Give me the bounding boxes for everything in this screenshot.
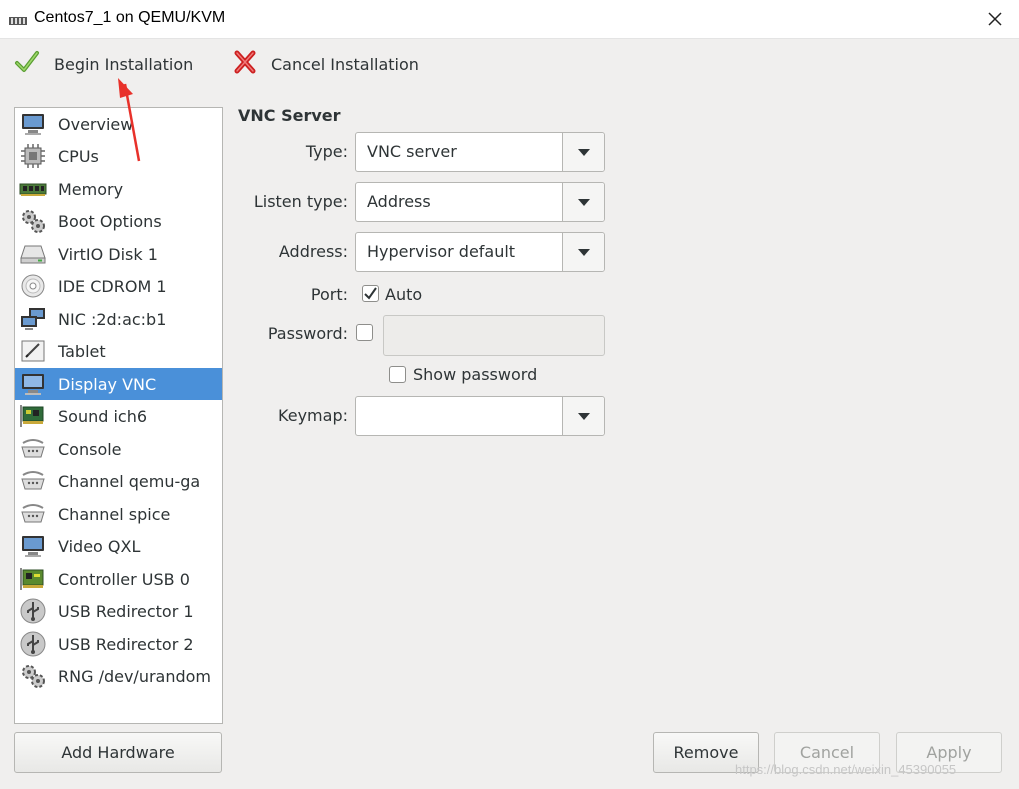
annotation-arrow-icon (118, 78, 141, 162)
watermark: https://blog.csdn.net/weixin_45390055 (735, 762, 957, 777)
